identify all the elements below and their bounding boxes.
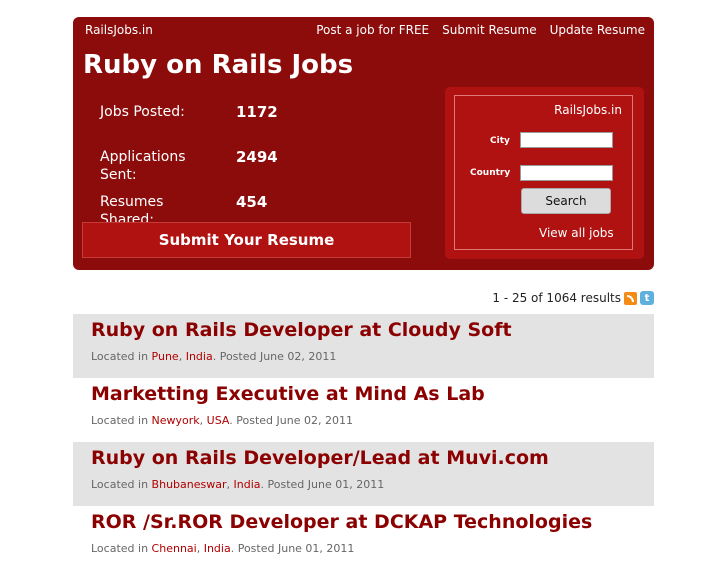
job-city-link[interactable]: Newyork [152, 414, 200, 427]
job-country-link[interactable]: India [204, 542, 231, 555]
job-row: Ruby on Rails Developer/Lead at Muvi.com… [73, 442, 654, 506]
nav-submit-resume[interactable]: Submit Resume [442, 23, 537, 37]
located-prefix: Located in [91, 478, 152, 491]
search-brand: RailsJobs.in [554, 103, 622, 117]
job-posted-date: . Posted June 01, 2011 [260, 478, 385, 491]
job-city-link[interactable]: Bhubaneswar [152, 478, 227, 491]
job-country-link[interactable]: India [186, 350, 213, 363]
stat-label: Applications Sent: [100, 149, 186, 183]
job-meta: Located in Pune, India. Posted June 02, … [91, 350, 336, 363]
nav-update-resume[interactable]: Update Resume [550, 23, 645, 37]
separator: , [226, 478, 234, 491]
job-posted-date: . Posted June 02, 2011 [212, 350, 337, 363]
view-all-jobs-link[interactable]: View all jobs [539, 226, 614, 240]
site-logo[interactable]: RailsJobs.in [85, 23, 153, 37]
search-button[interactable]: Search [521, 188, 611, 214]
top-nav: Post a job for FREE Submit Resume Update… [316, 23, 645, 37]
job-title-link[interactable]: Ruby on Rails Developer at Cloudy Soft [91, 319, 512, 341]
job-title-link[interactable]: ROR /Sr.ROR Developer at DCKAP Technolog… [91, 511, 592, 533]
separator: , [178, 350, 186, 363]
stat-label: Jobs Posted: [100, 104, 185, 120]
submit-resume-button[interactable]: Submit Your Resume [82, 222, 411, 258]
job-meta: Located in Newyork, USA. Posted June 02,… [91, 414, 353, 427]
nav-post-job[interactable]: Post a job for FREE [316, 23, 429, 37]
stat-value: 454 [236, 193, 268, 211]
city-label: City [490, 136, 510, 146]
country-label: Country [470, 168, 511, 178]
twitter-icon[interactable]: t [640, 291, 654, 305]
job-meta: Located in Chennai, India. Posted June 0… [91, 542, 354, 555]
stat-value: 1172 [236, 103, 278, 121]
job-posted-date: . Posted June 01, 2011 [230, 542, 355, 555]
page-title: Ruby on Rails Jobs [83, 50, 354, 80]
separator: , [196, 542, 204, 555]
located-prefix: Located in [91, 542, 152, 555]
rss-icon[interactable] [624, 291, 637, 305]
city-input[interactable] [520, 132, 613, 148]
job-city-link[interactable]: Pune [152, 350, 179, 363]
stat-value: 2494 [236, 148, 278, 166]
job-posted-date: . Posted June 02, 2011 [229, 414, 353, 427]
job-row: ROR /Sr.ROR Developer at DCKAP Technolog… [73, 506, 654, 570]
job-country-link[interactable]: USA [207, 414, 230, 427]
job-city-link[interactable]: Chennai [152, 542, 197, 555]
job-row: Marketting Executive at Mind As Lab Loca… [73, 378, 654, 442]
job-country-link[interactable]: India [234, 478, 261, 491]
located-prefix: Located in [91, 414, 152, 427]
results-count: 1 - 25 of 1064 results [492, 291, 621, 305]
header-panel: RailsJobs.in Post a job for FREE Submit … [73, 17, 654, 270]
country-input[interactable] [520, 165, 613, 181]
job-list: Ruby on Rails Developer at Cloudy Soft L… [73, 314, 654, 570]
job-title-link[interactable]: Ruby on Rails Developer/Lead at Muvi.com [91, 447, 549, 469]
job-title-link[interactable]: Marketting Executive at Mind As Lab [91, 383, 485, 405]
located-prefix: Located in [91, 350, 152, 363]
search-panel: RailsJobs.in City Country Search View al… [445, 87, 644, 259]
job-row: Ruby on Rails Developer at Cloudy Soft L… [73, 314, 654, 378]
search-form: RailsJobs.in City Country Search View al… [454, 95, 633, 250]
job-meta: Located in Bhubaneswar, India. Posted Ju… [91, 478, 384, 491]
results-summary-bar: 1 - 25 of 1064 results t [492, 291, 654, 305]
separator: , [199, 414, 207, 427]
